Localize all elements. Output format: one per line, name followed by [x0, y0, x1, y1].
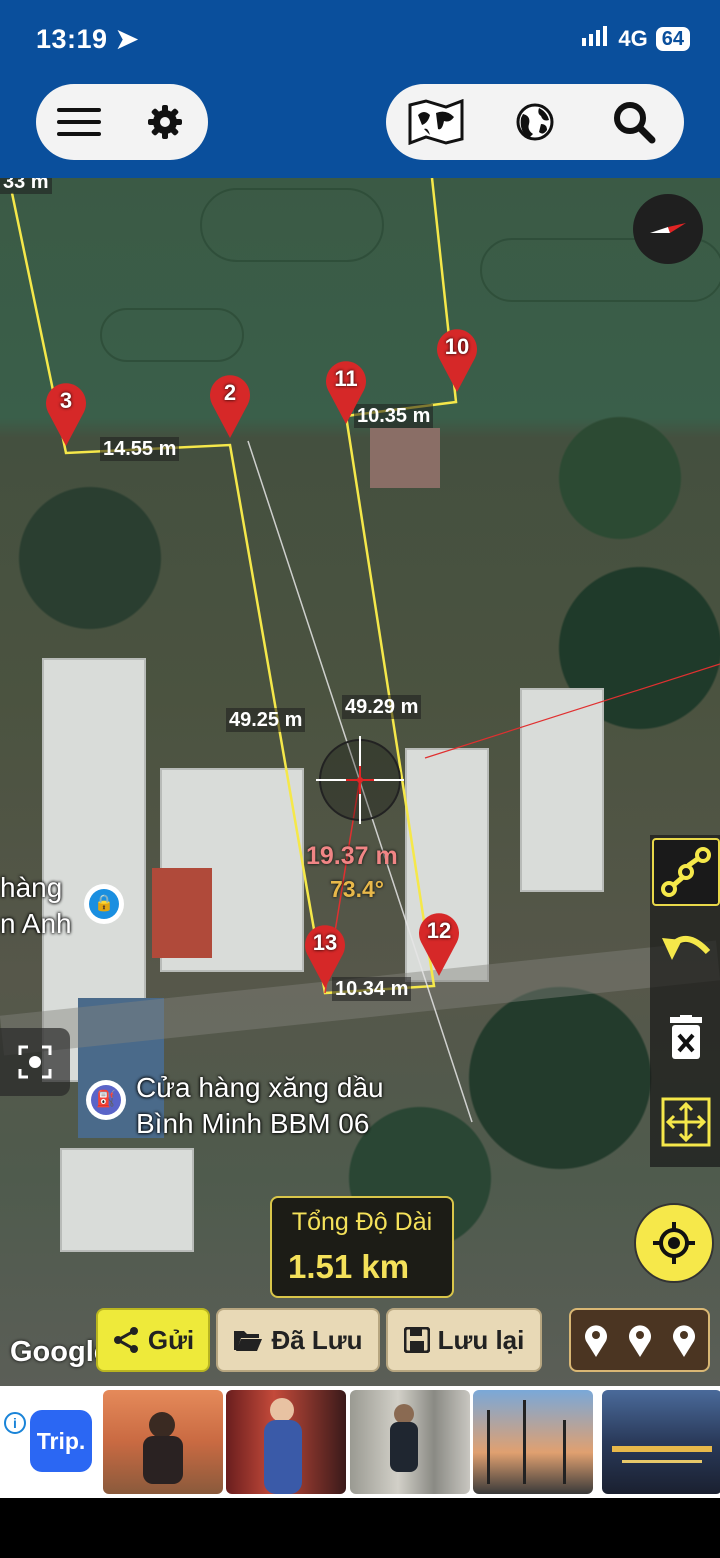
ad-thumbnail-city[interactable]	[602, 1390, 720, 1494]
my-location-button[interactable]	[634, 1203, 714, 1283]
distance-label: 33 m	[0, 178, 52, 194]
pin-icon	[628, 1325, 651, 1357]
cursor-distance: 19.37 m	[306, 842, 398, 870]
app-header: 13:19 ➤ 4G 64	[0, 0, 720, 178]
search-icon[interactable]	[604, 92, 664, 152]
poi-label: Cửa hàng xăng dầu Bình Minh BBM 06	[136, 1072, 384, 1139]
ad-info-icon[interactable]: i	[4, 1412, 26, 1434]
pin-icon	[584, 1325, 607, 1357]
battery-indicator: 64	[655, 27, 690, 51]
distance-label: 14.55 m	[100, 437, 180, 461]
compass-icon[interactable]	[633, 194, 703, 264]
gas-station-icon[interactable]: ⛽	[86, 1080, 126, 1120]
world-map-icon[interactable]	[406, 92, 466, 152]
markers-button[interactable]	[569, 1308, 710, 1372]
total-length-box: Tổng Độ Dài 1.51 km	[270, 1196, 454, 1298]
menu-group	[36, 84, 208, 160]
poi-label: hàng n Anh	[0, 872, 72, 939]
pin-icon	[672, 1325, 695, 1357]
distance-label: 49.29 m	[342, 695, 422, 719]
map-pin[interactable]: 12	[416, 912, 462, 976]
status-time: 13:19 ➤	[36, 24, 139, 54]
ad-thumbnail-dress[interactable]	[226, 1390, 346, 1494]
ad-banner[interactable]: i Trip.	[0, 1386, 720, 1498]
total-length-value: 1.51 km	[288, 1248, 410, 1285]
folder-icon	[234, 1331, 263, 1351]
status-indicators: 4G 64	[582, 26, 690, 52]
floppy-disk-icon	[403, 1327, 430, 1353]
gear-icon[interactable]	[135, 92, 195, 152]
signal-icon	[582, 26, 610, 52]
system-bottom-bar	[0, 1498, 720, 1558]
capture-frame-icon[interactable]	[0, 1028, 70, 1096]
send-button[interactable]: Gửi	[96, 1308, 210, 1372]
save-button[interactable]: Lưu lại	[386, 1308, 542, 1372]
fit-bounds-icon[interactable]	[652, 1088, 720, 1156]
polyline-tool-icon[interactable]	[652, 838, 720, 906]
ad-thumbnail-beach[interactable]	[473, 1390, 593, 1494]
map-pin[interactable]: 13	[302, 924, 348, 988]
total-length-label: Tổng Độ Dài	[291, 1208, 433, 1236]
map-pin[interactable]: 3	[43, 382, 89, 446]
network-label: 4G	[618, 26, 648, 51]
ad-thumbnail-yoga[interactable]	[103, 1390, 223, 1494]
map-pin[interactable]: 11	[323, 360, 369, 424]
distance-label: 49.25 m	[226, 708, 306, 732]
delete-icon[interactable]	[652, 1004, 720, 1072]
map-pin[interactable]: 10	[434, 328, 480, 392]
map-tools-group	[386, 84, 684, 160]
ad-thumbnail-rock[interactable]	[350, 1390, 470, 1494]
google-logo: Google	[10, 1336, 110, 1368]
cursor-angle: 73.4°	[330, 876, 384, 902]
undo-icon[interactable]	[652, 912, 720, 980]
crosshair-cursor	[316, 736, 404, 824]
lock-poi-icon[interactable]: 🔒	[84, 884, 124, 924]
globe-icon[interactable]	[505, 92, 565, 152]
crosshair-location-icon	[653, 1222, 695, 1264]
menu-icon[interactable]	[49, 92, 109, 152]
share-icon	[113, 1327, 138, 1353]
location-arrow-icon: ➤	[115, 24, 139, 54]
saved-button[interactable]: Đã Lưu	[216, 1308, 380, 1372]
trip-logo[interactable]: Trip.	[30, 1410, 92, 1472]
map-pin[interactable]: 2	[207, 374, 253, 438]
